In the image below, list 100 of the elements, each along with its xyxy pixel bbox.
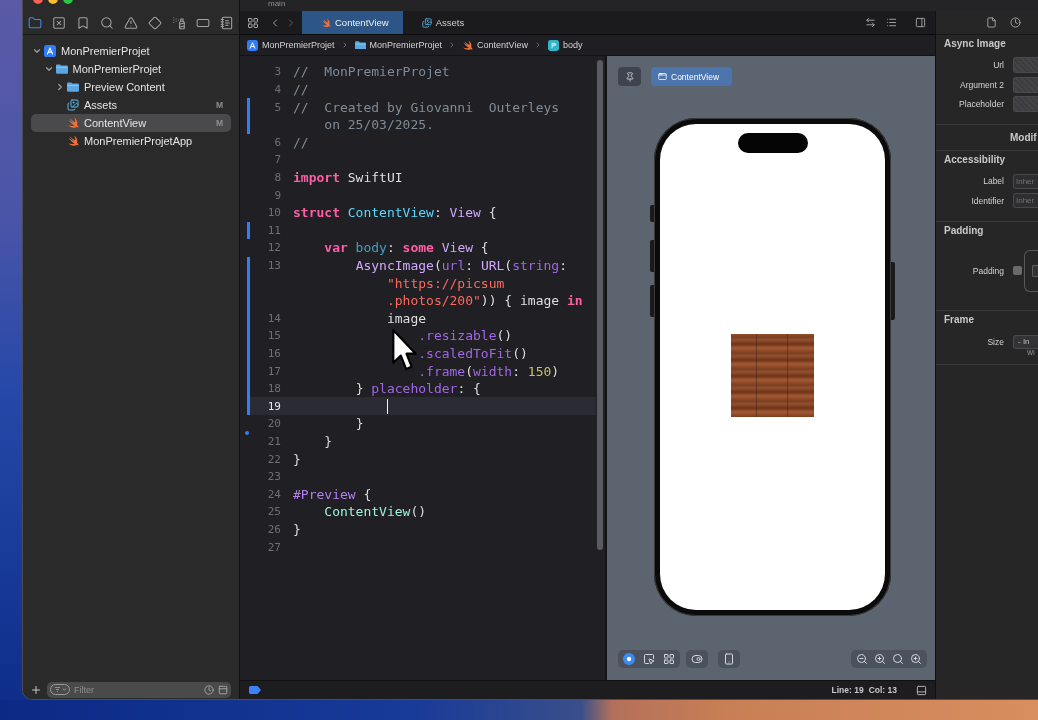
line-number: 19 [266,399,281,413]
app-icon [44,45,56,57]
code-line: .frame(width: 150) [418,363,560,379]
list-icon[interactable] [886,17,897,28]
preview-chip[interactable]: ContentView [651,67,732,86]
branch-name: main [268,0,286,8]
spray-can-icon[interactable] [172,15,186,30]
code-line: // MonPremierProjet [293,64,450,80]
field-label: Size [987,335,1004,349]
line-number: 4 [273,83,281,97]
window-icon [658,72,667,81]
code-line: // [293,134,309,150]
toggle-icon[interactable] [691,653,703,665]
document-icon[interactable] [986,17,997,28]
text-field[interactable] [1013,76,1038,93]
arrows-icon[interactable] [865,17,876,28]
bird-icon [462,39,474,51]
size-popup[interactable]: - In [1013,334,1038,349]
phone-icon[interactable] [723,653,735,665]
text-field[interactable]: Inher [1013,173,1038,189]
grid-icon[interactable] [663,653,675,665]
bookmark-icon[interactable] [76,15,90,30]
line-number: 6 [273,135,281,149]
code-line: } [293,521,301,537]
code-line: .photos/200")) { image in [386,293,583,309]
code-line: } placeholder: { [355,381,481,397]
line-number: 15 [266,329,281,343]
panel-icon[interactable] [218,684,228,695]
code-line: ContentView() [324,504,427,520]
line-number: 10 [266,206,281,220]
code-line: } [324,433,333,449]
breadcrumb-item[interactable]: MonPremierProjet [247,39,335,51]
line-number: 13 [266,259,281,272]
camera-cutout [737,133,808,153]
code-line: } [293,451,301,467]
file-row[interactable]: Assets M [31,96,231,114]
notebook-icon[interactable] [220,15,234,30]
panel-right-icon[interactable] [915,17,926,28]
text-field[interactable] [1013,96,1038,112]
status-letter: M [215,100,223,110]
breadcrumb-item[interactable]: MonPremierProjet [354,40,443,50]
grid-icon[interactable] [247,16,259,29]
pin-button[interactable] [618,67,641,86]
app-icon [247,39,258,51]
live-dot-icon[interactable] [623,653,635,665]
x-square-icon[interactable] [52,15,66,30]
breadcrumb-item[interactable]: body [547,39,583,51]
line-number: 12 [266,241,281,255]
file-row[interactable]: MonPremierProjet [31,60,231,78]
code-line: #Preview { [293,486,372,502]
folder-icon [55,64,68,74]
file-row[interactable]: MonPremierProjet [31,42,231,60]
chevron-right-icon[interactable] [55,82,65,92]
padding-field[interactable] [1032,264,1038,277]
checkbox[interactable] [1013,266,1022,275]
file-row[interactable]: ContentView M [31,114,231,132]
zoom-out-icon[interactable] [856,653,868,665]
clock-icon[interactable] [204,684,214,695]
pin-icon [624,71,635,82]
section-title: Async Image [944,37,1006,51]
side-key [650,240,654,272]
scrollbar[interactable] [597,60,603,550]
chevron-down-icon[interactable] [43,64,54,74]
filter-icon[interactable] [50,684,70,695]
line-number: 17 [266,364,281,378]
zoom-in-icon[interactable] [874,653,886,665]
chevron-down-icon[interactable] [32,46,42,56]
filter-input[interactable]: Filter [74,684,200,695]
folder-icon[interactable] [28,15,42,30]
line-number: 14 [266,311,281,325]
text-field[interactable]: Inher [1013,193,1038,208]
side-key [891,262,895,320]
filter-field[interactable]: Filter [47,681,231,698]
editor-tab[interactable]: ContentView [302,11,403,34]
file-row[interactable]: MonPremierProjetApp [31,132,231,150]
side-key [650,205,654,222]
code-line: import SwiftUI [293,170,403,186]
text-field[interactable] [1013,57,1038,73]
search-icon[interactable] [100,15,114,30]
section-title: Accessibility [944,153,1006,167]
clock-icon[interactable] [1010,17,1021,28]
line-number: 24 [266,487,281,501]
add-icon[interactable] [30,683,42,696]
diamond-icon[interactable] [148,15,162,30]
mouse-pointer-icon [392,328,417,372]
breadcrumb-item[interactable]: ContentView [462,39,528,51]
code-line: "https://picsum [386,275,505,291]
field-label: Url [993,59,1004,72]
cursor-column: Col: 13 [868,685,897,695]
editor-tab[interactable]: Assets [402,11,479,34]
warning-icon[interactable] [124,15,138,30]
tag-icon[interactable] [249,686,261,694]
zoom-in-icon[interactable] [910,653,922,665]
section-title: Frame [944,312,974,327]
pointer-square-icon[interactable] [643,653,655,665]
file-row[interactable]: Preview Content [31,78,231,96]
images-icon [421,17,432,28]
magnifier-icon[interactable] [892,653,904,665]
field-label: Padding [972,264,1004,278]
panel-bottom-icon[interactable] [916,684,927,696]
